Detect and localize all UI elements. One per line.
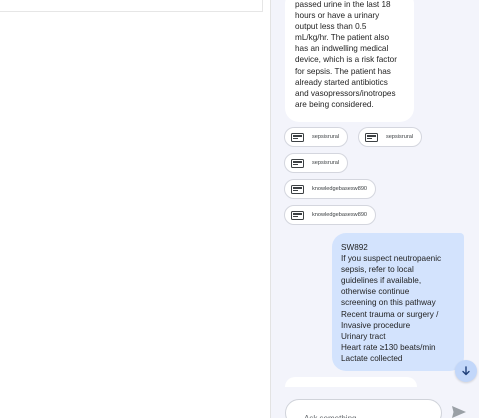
source-chip-label: sepsisrural — [312, 160, 340, 166]
main-content-pane — [0, 0, 271, 418]
message-line: are being considered. — [295, 99, 374, 109]
document-icon — [291, 184, 304, 194]
message-line: Lactate collected — [341, 353, 403, 363]
content-card-edge — [262, 0, 263, 12]
message-line: has an indwelling medical — [295, 44, 389, 54]
message-line: screening on this pathway — [341, 298, 436, 308]
message-line: already started antibiotics — [295, 77, 388, 87]
user-message-bubble: SW892 If you suspect neutropaenic sepsis… — [332, 233, 464, 371]
message-line: output less than 0.5 — [295, 22, 367, 32]
scroll-to-bottom-button[interactable] — [455, 360, 477, 382]
document-icon — [291, 132, 304, 142]
message-line: device, which is a risk factor — [295, 55, 397, 65]
source-chip-label: sepsisrural — [312, 134, 340, 140]
content-card-border — [0, 11, 262, 12]
message-line: Heart rate ≥130 beats/min — [341, 342, 436, 352]
message-line: passed urine in the last 18 — [295, 0, 391, 9]
message-line: guidelines if available, — [341, 276, 422, 286]
source-chip-knowledgebase[interactable]: knowledgebasesw890 — [284, 179, 377, 199]
source-chip-label: knowledgebasesw890 — [312, 212, 368, 218]
source-chip-sepsisrural[interactable]: sepsisrural — [284, 153, 349, 173]
message-line: SW892 — [341, 243, 368, 252]
message-line: otherwise continue — [341, 287, 410, 297]
message-line: hours or have a urinary — [295, 11, 380, 21]
assistant-message-bubble-partial — [285, 377, 417, 387]
message-line: Invasive procedure — [341, 320, 411, 330]
source-chip-label: sepsisrural — [386, 134, 414, 140]
document-icon — [291, 158, 304, 168]
message-line: mL/kg/hr. The patient also — [295, 33, 390, 43]
source-chip-sepsisrural[interactable]: sepsisrural — [358, 127, 423, 147]
message-line: Recent trauma or surgery / — [341, 309, 439, 319]
assistant-message-bubble: passed urine in the last 18 hours or hav… — [285, 0, 414, 122]
message-line: and vasopressors/inotropes — [295, 88, 396, 98]
chat-input-container[interactable] — [285, 399, 442, 418]
message-line: for sepsis. The patient has — [295, 66, 391, 76]
send-icon[interactable] — [451, 405, 467, 418]
source-chip-knowledgebase[interactable]: knowledgebasesw890 — [284, 205, 377, 225]
document-icon — [365, 132, 378, 142]
message-line: Urinary tract — [341, 331, 386, 341]
arrow-down-icon — [462, 366, 470, 376]
source-chip-label: knowledgebasesw890 — [312, 186, 368, 192]
source-chip-sepsisrural[interactable]: sepsisrural — [284, 127, 349, 147]
chat-input[interactable] — [304, 414, 423, 418]
document-icon — [291, 210, 304, 220]
message-line: If you suspect neutropaenic — [341, 254, 442, 264]
message-line: sepsis, refer to local — [341, 265, 414, 275]
